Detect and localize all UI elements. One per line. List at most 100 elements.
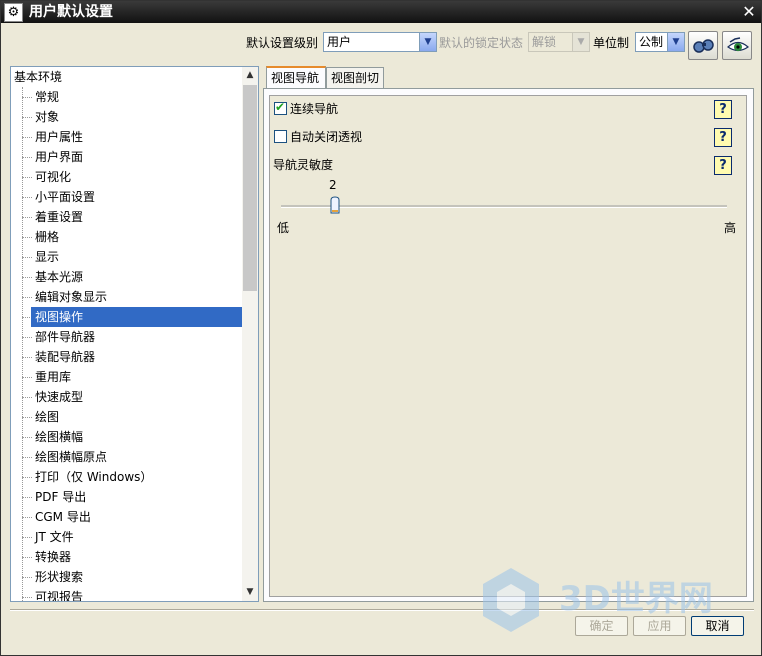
tree-item[interactable]: 用户界面 bbox=[11, 147, 243, 167]
tree-guide-line bbox=[22, 137, 32, 138]
unit-value: 公制 bbox=[639, 35, 664, 49]
unit-select[interactable]: 公制 ▼ bbox=[635, 32, 685, 52]
cancel-button[interactable]: 取消 bbox=[691, 616, 744, 636]
tree-item[interactable]: 小平面设置 bbox=[11, 187, 243, 207]
tab-view-navigation[interactable]: 视图导航 bbox=[266, 66, 326, 89]
tree-item[interactable]: JT 文件 bbox=[11, 527, 243, 547]
level-value: 用户 bbox=[327, 35, 352, 49]
tree-guide-line bbox=[22, 497, 32, 498]
tree-guide-line bbox=[22, 417, 32, 418]
tree-item[interactable]: 显示 bbox=[11, 247, 243, 267]
tree-item-label: 装配导航器 bbox=[35, 350, 96, 364]
continuous-nav-checkbox[interactable] bbox=[274, 100, 287, 115]
tree-item[interactable]: 快速成型 bbox=[11, 387, 243, 407]
tree-item[interactable]: 编辑对象显示 bbox=[11, 287, 243, 307]
unit-label: 单位制 bbox=[593, 36, 630, 50]
scroll-up-icon[interactable]: ▲ bbox=[242, 67, 258, 84]
tree-item[interactable]: 绘图横幅原点 bbox=[11, 447, 243, 467]
tree-guide-line bbox=[22, 97, 32, 98]
tree-item[interactable]: 重用库 bbox=[11, 367, 243, 387]
chevron-down-icon: ▼ bbox=[572, 33, 589, 51]
scroll-down-icon[interactable]: ▼ bbox=[242, 584, 258, 601]
tree-guide-line bbox=[22, 277, 32, 278]
auto-close-perspective-checkbox[interactable] bbox=[274, 130, 287, 143]
tree-item-label: 用户界面 bbox=[35, 150, 84, 164]
lock-value: 解锁 bbox=[532, 35, 557, 49]
tree-item[interactable]: 绘图 bbox=[11, 407, 243, 427]
tree-item[interactable]: 可视化 bbox=[11, 167, 243, 187]
tree-item[interactable]: 装配导航器 bbox=[11, 347, 243, 367]
tree-item-label: 绘图横幅原点 bbox=[35, 450, 108, 464]
sensitivity-label: 导航灵敏度 bbox=[273, 158, 334, 172]
tree-guide-line bbox=[22, 337, 32, 338]
tree-item-label: 显示 bbox=[35, 250, 60, 264]
chevron-down-icon[interactable]: ▼ bbox=[667, 33, 684, 51]
tree-item[interactable]: 可视报告 bbox=[11, 587, 243, 602]
tree-scrollbar[interactable]: ▲ ▼ bbox=[242, 67, 258, 601]
apply-button[interactable]: 应用 bbox=[633, 616, 686, 636]
tree-item-label: 常规 bbox=[35, 90, 60, 104]
tree-item-label: 对象 bbox=[35, 110, 60, 124]
tree-item-label: 视图操作 bbox=[31, 307, 247, 327]
tree-item[interactable]: 基本光源 bbox=[11, 267, 243, 287]
tree-item[interactable]: 转换器 bbox=[11, 547, 243, 567]
ok-button[interactable]: 确定 bbox=[575, 616, 628, 636]
continuous-nav-label[interactable]: 连续导航 bbox=[290, 101, 338, 117]
tree-guide-line bbox=[22, 177, 32, 178]
tree-item[interactable]: 常规 bbox=[11, 87, 243, 107]
help-icon[interactable]: ? bbox=[714, 128, 732, 147]
help-icon[interactable]: ? bbox=[714, 156, 732, 175]
lock-label: 默认的锁定状态 bbox=[439, 36, 524, 50]
tree-item-label: 形状搜索 bbox=[35, 570, 84, 584]
view-button[interactable] bbox=[722, 31, 752, 60]
tree-guide-line bbox=[22, 297, 32, 298]
tree-item[interactable]: 用户属性 bbox=[11, 127, 243, 147]
close-icon[interactable]: ✕ bbox=[740, 3, 758, 21]
tree-item-label: PDF 导出 bbox=[35, 490, 87, 504]
tree-item[interactable]: 视图操作 bbox=[11, 307, 247, 327]
tree-item-label: 绘图横幅 bbox=[35, 430, 84, 444]
tree-item[interactable]: 对象 bbox=[11, 107, 243, 127]
level-select[interactable]: 用户 ▼ bbox=[323, 32, 437, 52]
sensitivity-high-label: 高 bbox=[724, 221, 737, 235]
tree-item-label: 快速成型 bbox=[35, 390, 84, 404]
tree-item-label: JT 文件 bbox=[35, 530, 74, 544]
tree-item[interactable]: PDF 导出 bbox=[11, 487, 243, 507]
options-group bbox=[269, 95, 747, 597]
tree-item-label: 可视报告 bbox=[35, 590, 84, 602]
tree-item[interactable]: 打印（仅 Windows） bbox=[11, 467, 243, 487]
title-bar[interactable]: ⚙ 用户默认设置 ✕ bbox=[1, 1, 761, 23]
tree-item-label: 着重设置 bbox=[35, 210, 84, 224]
sensitivity-slider-thumb[interactable] bbox=[330, 196, 340, 215]
tree-item-label: 打印（仅 Windows） bbox=[35, 470, 153, 484]
lock-select: 解锁 ▼ bbox=[528, 32, 590, 52]
sensitivity-slider-track[interactable] bbox=[281, 205, 727, 208]
tree-root[interactable]: 基本环境 bbox=[14, 69, 62, 85]
tree-item[interactable]: 着重设置 bbox=[11, 207, 243, 227]
chevron-down-icon[interactable]: ▼ bbox=[419, 33, 436, 51]
settings-tree[interactable]: 基本环境 常规对象用户属性用户界面可视化 小平面设置着重设置栅格显示基本光源编辑对… bbox=[10, 66, 259, 602]
help-icon[interactable]: ? bbox=[714, 100, 732, 119]
eye-icon bbox=[727, 37, 749, 52]
tree-guide-line bbox=[22, 397, 32, 398]
tab-view-section[interactable]: 视图剖切 bbox=[326, 67, 384, 88]
window-title: 用户默认设置 bbox=[29, 4, 113, 20]
tree-guide-line bbox=[22, 197, 32, 198]
tree-item[interactable]: 绘图横幅 bbox=[11, 427, 243, 447]
tree-item-label: 重用库 bbox=[35, 370, 72, 384]
auto-close-perspective-label[interactable]: 自动关闭透视 bbox=[290, 129, 362, 145]
tree-guide-line bbox=[22, 477, 32, 478]
tree-item[interactable]: 栅格 bbox=[11, 227, 243, 247]
scroll-thumb[interactable] bbox=[243, 85, 257, 291]
watermark-text: 3D世界网 bbox=[559, 579, 713, 619]
find-icon bbox=[693, 39, 714, 53]
gear-icon[interactable]: ⚙ bbox=[4, 3, 23, 22]
tree-item[interactable]: 部件导航器 bbox=[11, 327, 243, 347]
tree-item[interactable]: CGM 导出 bbox=[11, 507, 243, 527]
tree-item-label: 基本光源 bbox=[35, 270, 84, 284]
find-button[interactable] bbox=[688, 31, 718, 60]
tree-guide-line bbox=[22, 557, 32, 558]
level-label: 默认设置级别 bbox=[246, 36, 319, 50]
tree-guide-line bbox=[22, 237, 32, 238]
tree-item[interactable]: 形状搜索 bbox=[11, 567, 243, 587]
